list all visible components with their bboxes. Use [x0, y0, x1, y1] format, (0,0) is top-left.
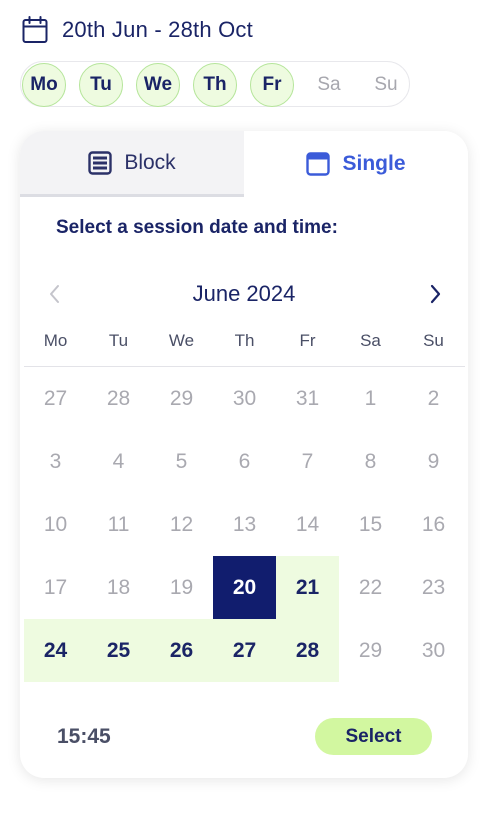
tab-single[interactable]: Single [244, 131, 468, 197]
calendar-day: 27 [43, 386, 68, 410]
calendar-day[interactable]: 24 [24, 619, 87, 682]
date-range-label: 20th Jun - 28th Oct [62, 17, 253, 42]
weekday-pill-th[interactable]: Th [193, 63, 237, 107]
weekday-label: Fr [299, 331, 316, 350]
calendar-day: 6 [238, 449, 251, 473]
weekday-pill-su[interactable]: Su [364, 63, 408, 107]
single-window-icon [306, 152, 331, 176]
calendar-day: 18 [106, 575, 131, 599]
calendar-day: 12 [169, 512, 194, 536]
calendar-day: 13 [232, 512, 257, 536]
calendar-day: 4 [112, 449, 125, 473]
tab-single-label: Single [342, 152, 406, 175]
selected-time[interactable]: 15:45 [57, 725, 111, 749]
calendar-day[interactable]: 25 [87, 619, 150, 682]
weekday-pill-we[interactable]: We [136, 63, 180, 107]
weekday-label: Su [423, 331, 444, 350]
calendar-day: 19 [169, 575, 194, 599]
tab-block-label: Block [124, 150, 176, 174]
calendar-day: 16 [421, 512, 446, 536]
calendar-icon [22, 16, 48, 43]
session-picker-card: Block Single Select a session date and t… [20, 131, 468, 778]
calendar-day: 3 [49, 449, 62, 473]
calendar-day: 9 [427, 449, 440, 473]
chevron-right-icon [430, 284, 441, 304]
weekday-label: Tu [108, 331, 129, 350]
calendar-day[interactable]: 21 [276, 556, 339, 619]
calendar-day: 17 [43, 575, 68, 599]
calendar-day: 31 [295, 386, 320, 410]
calendar-day-selected[interactable]: 20 [213, 556, 276, 619]
calendar-grid: 27 28 29 30 31 1 2 3 4 5 6 7 8 9 10 11 12 13 14 15 16 17 18 19 2… [24, 367, 465, 682]
weekday-label: Mo [43, 331, 68, 350]
tab-block[interactable]: Block [20, 131, 244, 197]
date-range[interactable]: 20th Jun - 28th Oct [22, 16, 253, 44]
calendar-day: 5 [175, 449, 188, 473]
calendar-day: 23 [421, 575, 446, 599]
calendar-day: 30 [421, 638, 446, 662]
calendar-day[interactable]: 28 [276, 619, 339, 682]
weekday-filter: Mo Tu We Th Fr Sa Su [20, 61, 410, 107]
calendar-day: 30 [232, 386, 257, 410]
weekday-pill-mo[interactable]: Mo [22, 63, 66, 107]
instruction-text: Select a session date and time: [56, 217, 338, 238]
calendar-day: 15 [358, 512, 383, 536]
calendar-day: 11 [107, 512, 130, 536]
weekday-pill-sa[interactable]: Sa [307, 63, 351, 107]
weekday-label: Th [234, 331, 255, 350]
next-month-button[interactable] [422, 281, 448, 307]
weekday-pill-fr[interactable]: Fr [250, 63, 294, 107]
calendar-day: 22 [358, 575, 383, 599]
weekday-label: We [168, 331, 195, 350]
weekday-label: Sa [360, 331, 381, 350]
calendar-day: 2 [427, 386, 440, 410]
calendar-day: 8 [364, 449, 377, 473]
weekday-header: Mo Tu We Th Fr Sa Su [24, 331, 465, 351]
calendar-day: 7 [301, 449, 314, 473]
month-label: June 2024 [192, 281, 296, 306]
calendar-day: 29 [169, 386, 194, 410]
block-list-icon [88, 150, 113, 175]
calendar-day[interactable]: 26 [150, 619, 213, 682]
calendar-day[interactable]: 27 [213, 619, 276, 682]
weekday-pill-tu[interactable]: Tu [79, 63, 123, 107]
select-button[interactable]: Select [315, 718, 432, 755]
calendar-day: 29 [358, 638, 383, 662]
calendar-day: 28 [106, 386, 131, 410]
calendar-day: 14 [295, 512, 320, 536]
calendar-day: 10 [43, 512, 68, 536]
calendar-day: 1 [364, 386, 377, 410]
